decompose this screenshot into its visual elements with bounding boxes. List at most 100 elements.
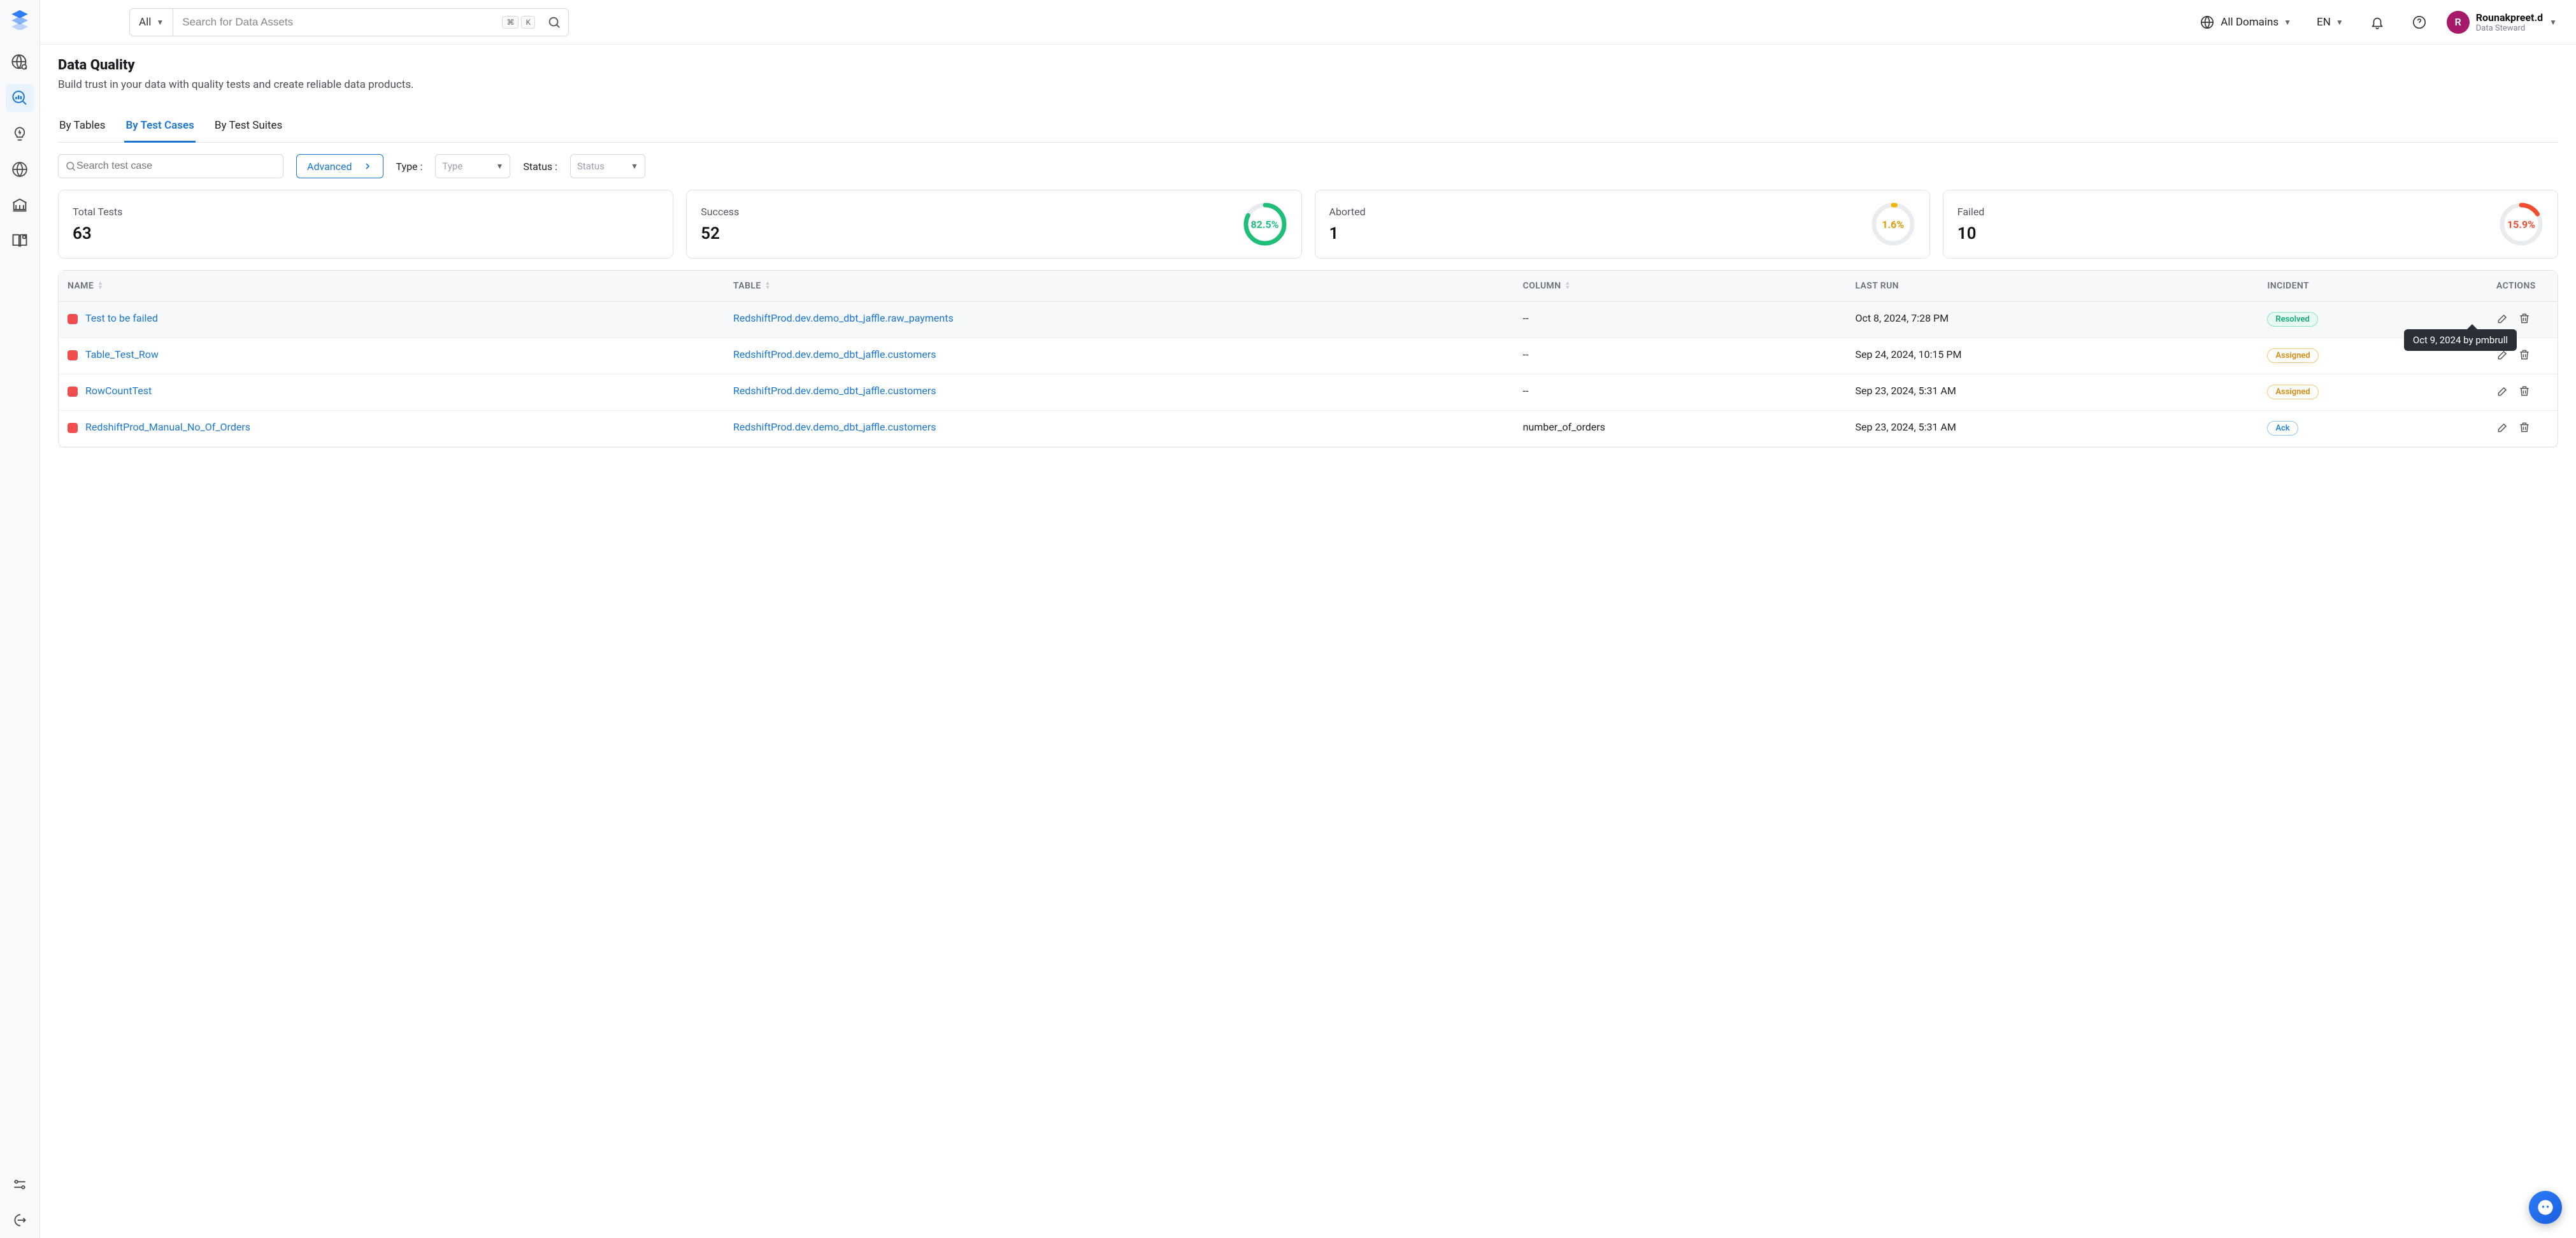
app-logo[interactable] bbox=[7, 6, 32, 32]
col-name[interactable]: NAME▲▼ bbox=[59, 271, 724, 302]
nav-docs-icon[interactable] bbox=[6, 227, 34, 255]
table-link[interactable]: RedshiftProd.dev.demo_dbt_jaffle.custome… bbox=[733, 385, 936, 397]
type-filter-label: Type : bbox=[396, 160, 423, 173]
tab-by-test-cases[interactable]: By Test Cases bbox=[124, 113, 195, 143]
search-icon[interactable] bbox=[540, 15, 568, 29]
nav-logout-icon[interactable] bbox=[6, 1206, 34, 1234]
table-link[interactable]: RedshiftProd.dev.demo_dbt_jaffle.custome… bbox=[733, 348, 936, 360]
nav-insights-icon[interactable] bbox=[6, 120, 34, 148]
nav-governance-icon[interactable] bbox=[6, 191, 34, 219]
last-run-cell: Sep 24, 2024, 10:15 PM bbox=[1846, 338, 2258, 374]
page-subtitle: Build trust in your data with quality te… bbox=[58, 78, 2558, 91]
stat-aborted: Aborted 1 1.6% bbox=[1315, 190, 1930, 259]
delete-icon[interactable] bbox=[2518, 421, 2531, 434]
test-name-link[interactable]: Test to be failed bbox=[85, 312, 158, 324]
table-row: Test to be failed RedshiftProd.dev.demo_… bbox=[59, 302, 2558, 338]
search-scope-label: All bbox=[139, 16, 151, 29]
chat-assistant-button[interactable] bbox=[2529, 1191, 2562, 1224]
topbar: All ▼ ⌘ K All Domains ▼ bbox=[40, 0, 2576, 45]
tab-by-test-suites[interactable]: By Test Suites bbox=[213, 113, 283, 142]
stat-total: Total Tests 63 bbox=[58, 190, 673, 259]
tab-by-tables[interactable]: By Tables bbox=[58, 113, 106, 142]
edit-icon[interactable] bbox=[2496, 421, 2509, 434]
chevron-down-icon: ▼ bbox=[631, 162, 638, 171]
stat-success: Success 52 82.5% bbox=[686, 190, 1301, 259]
col-actions: ACTIONS bbox=[2487, 271, 2558, 302]
edit-icon[interactable] bbox=[2496, 312, 2509, 325]
status-indicator bbox=[68, 423, 78, 433]
incident-badge[interactable]: Resolved bbox=[2267, 312, 2317, 327]
last-run-cell: Oct 8, 2024, 7:28 PM bbox=[1846, 302, 2258, 338]
chevron-down-icon: ▼ bbox=[496, 162, 504, 171]
user-role: Data Steward bbox=[2476, 24, 2543, 33]
nav-settings-icon[interactable] bbox=[6, 1170, 34, 1199]
col-last-run: LAST RUN bbox=[1846, 271, 2258, 302]
sort-icon: ▲▼ bbox=[97, 281, 103, 290]
table-link[interactable]: RedshiftProd.dev.demo_dbt_jaffle.raw_pay… bbox=[733, 312, 954, 324]
aborted-ring: 1.6% bbox=[1871, 202, 1915, 246]
status-indicator bbox=[68, 387, 78, 397]
delete-icon[interactable] bbox=[2518, 385, 2531, 397]
type-filter-select[interactable]: Type ▼ bbox=[435, 154, 510, 178]
chevron-down-icon: ▼ bbox=[2284, 18, 2291, 27]
user-menu[interactable]: R Rounakpreet.d Data Steward ▼ bbox=[2447, 11, 2557, 34]
status-indicator bbox=[68, 314, 78, 324]
delete-icon[interactable] bbox=[2518, 348, 2531, 361]
tab-bar: By Tables By Test Cases By Test Suites bbox=[58, 113, 2558, 143]
test-case-table: Oct 9, 2024 by pmbrull NAME▲▼ TABLE▲▼ CO… bbox=[58, 270, 2558, 448]
help-button[interactable] bbox=[2405, 10, 2434, 34]
avatar: R bbox=[2447, 11, 2470, 34]
success-ring: 82.5% bbox=[1243, 202, 1287, 246]
nav-globe-icon[interactable] bbox=[6, 155, 34, 183]
table-row: RedshiftProd_Manual_No_Of_Orders Redshif… bbox=[59, 411, 2558, 447]
status-filter-label: Status : bbox=[523, 160, 557, 173]
stat-failed: Failed 10 15.9% bbox=[1943, 190, 2558, 259]
nav-data-quality-icon[interactable] bbox=[6, 84, 34, 112]
table-link[interactable]: RedshiftProd.dev.demo_dbt_jaffle.custome… bbox=[733, 421, 936, 433]
global-search: All ▼ ⌘ K bbox=[129, 8, 569, 36]
notifications-button[interactable] bbox=[2363, 10, 2392, 34]
edit-icon[interactable] bbox=[2496, 385, 2509, 397]
test-case-search[interactable] bbox=[58, 154, 283, 178]
sidebar bbox=[0, 0, 40, 1238]
test-name-link[interactable]: RedshiftProd_Manual_No_Of_Orders bbox=[85, 421, 250, 433]
test-case-search-input[interactable] bbox=[76, 160, 276, 172]
sort-icon: ▲▼ bbox=[1565, 281, 1571, 290]
status-filter-select[interactable]: Status ▼ bbox=[570, 154, 645, 178]
user-name: Rounakpreet.d bbox=[2476, 11, 2543, 24]
advanced-button[interactable]: Advanced bbox=[296, 154, 383, 178]
globe-icon bbox=[2199, 14, 2215, 31]
kbd-shortcut: ⌘ K bbox=[502, 16, 540, 29]
column-cell: -- bbox=[1514, 374, 1847, 411]
col-table[interactable]: TABLE▲▼ bbox=[724, 271, 1514, 302]
table-row: RowCountTest RedshiftProd.dev.demo_dbt_j… bbox=[59, 374, 2558, 411]
incident-badge[interactable]: Assigned bbox=[2267, 348, 2318, 363]
search-icon bbox=[65, 160, 76, 172]
chevron-down-icon: ▼ bbox=[156, 18, 164, 27]
chevron-down-icon: ▼ bbox=[2336, 18, 2343, 27]
column-cell: number_of_orders bbox=[1514, 411, 1847, 447]
delete-icon[interactable] bbox=[2518, 312, 2531, 325]
help-icon bbox=[2411, 14, 2428, 31]
chevron-down-icon: ▼ bbox=[2549, 18, 2557, 27]
search-input[interactable] bbox=[173, 16, 502, 29]
table-row: Table_Test_Row RedshiftProd.dev.demo_dbt… bbox=[59, 338, 2558, 374]
last-run-cell: Sep 23, 2024, 5:31 AM bbox=[1846, 411, 2258, 447]
test-name-link[interactable]: Table_Test_Row bbox=[85, 348, 159, 360]
col-column[interactable]: COLUMN▲▼ bbox=[1514, 271, 1847, 302]
test-name-link[interactable]: RowCountTest bbox=[85, 385, 152, 397]
page-title: Data Quality bbox=[58, 57, 2558, 73]
incident-tooltip: Oct 9, 2024 by pmbrull bbox=[2404, 329, 2517, 351]
failed-ring: 15.9% bbox=[2499, 202, 2544, 246]
search-scope-dropdown[interactable]: All ▼ bbox=[130, 9, 173, 36]
language-dropdown[interactable]: EN ▼ bbox=[2310, 12, 2350, 32]
bell-icon bbox=[2369, 14, 2386, 31]
status-indicator bbox=[68, 350, 78, 360]
sort-icon: ▲▼ bbox=[765, 281, 771, 290]
incident-badge[interactable]: Ack bbox=[2267, 421, 2298, 436]
nav-discover-icon[interactable] bbox=[6, 48, 34, 76]
last-run-cell: Sep 23, 2024, 5:31 AM bbox=[1846, 374, 2258, 411]
incident-badge[interactable]: Assigned bbox=[2267, 385, 2318, 399]
chevron-right-icon bbox=[362, 161, 373, 171]
domains-dropdown[interactable]: All Domains ▼ bbox=[2193, 10, 2298, 34]
